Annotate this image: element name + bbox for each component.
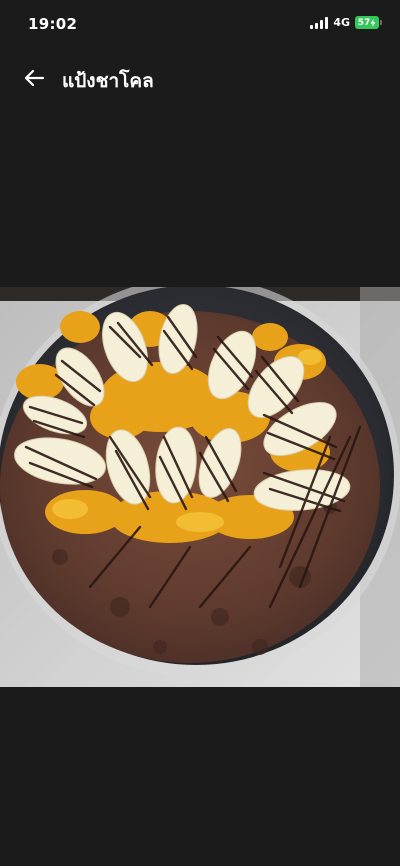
charging-icon — [370, 18, 376, 27]
food-photo[interactable] — [0, 287, 400, 687]
photo-image — [0, 287, 400, 687]
back-button[interactable] — [16, 60, 52, 96]
battery-level: 57 — [355, 16, 379, 29]
status-indicators: 4G 57 — [310, 16, 382, 29]
page-title: แป้งชาโคล — [62, 70, 154, 92]
arrow-left-icon — [24, 69, 45, 87]
network-label: 4G — [333, 16, 350, 29]
nav-header: แป้งชาโคล — [0, 56, 400, 100]
status-bar: 19:02 4G 57 — [0, 0, 400, 48]
battery-percent: 57 — [357, 17, 371, 28]
status-time: 19:02 — [28, 15, 78, 33]
signal-icon — [310, 16, 329, 29]
battery-icon: 57 — [355, 16, 382, 29]
